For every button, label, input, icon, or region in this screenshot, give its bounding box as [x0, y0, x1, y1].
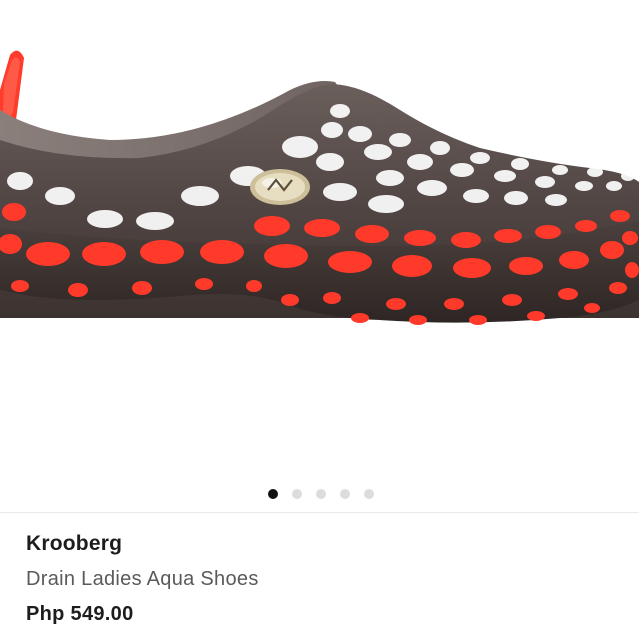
- product-price: Php 549.00: [26, 603, 134, 625]
- carousel-dot[interactable]: [363, 489, 374, 499]
- product-image[interactable]: [0, 0, 639, 478]
- logo-badge: [250, 169, 310, 205]
- carousel-dot[interactable]: [315, 489, 326, 499]
- divider: [0, 512, 639, 513]
- product-info: Krooberg Drain Ladies Aqua Shoes Php 549…: [26, 528, 619, 631]
- brand-name[interactable]: Krooberg: [26, 528, 619, 560]
- shoe-image: [0, 50, 639, 325]
- product-name[interactable]: Drain Ladies Aqua Shoes: [26, 562, 619, 596]
- carousel-dot[interactable]: [267, 489, 278, 499]
- carousel-dot[interactable]: [339, 489, 350, 499]
- carousel-indicator: [0, 488, 639, 500]
- carousel-dot[interactable]: [291, 489, 302, 499]
